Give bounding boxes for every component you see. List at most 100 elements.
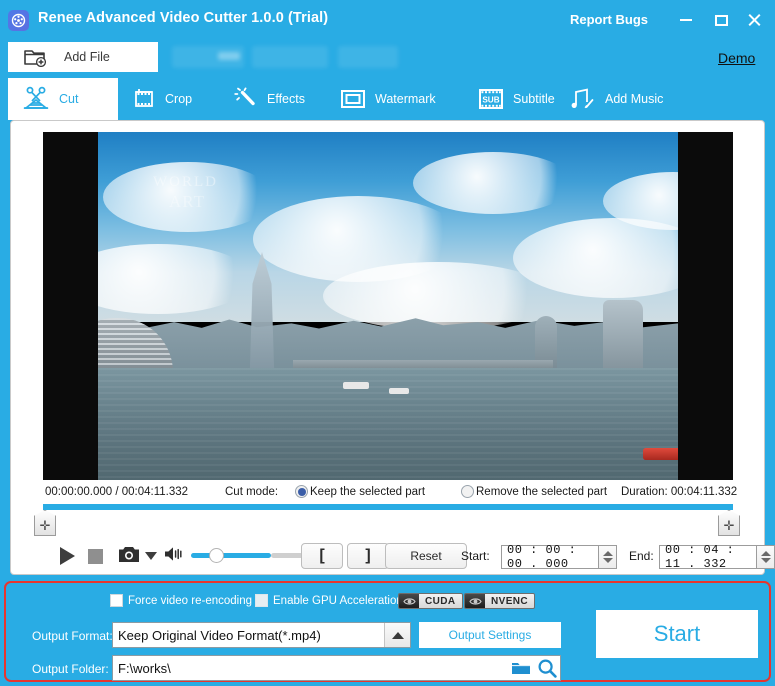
volume-icon: [163, 545, 185, 568]
checkbox-icon: [255, 594, 268, 607]
video-preview[interactable]: WORLD ART: [43, 132, 733, 480]
output-folder-value[interactable]: F:\works\: [113, 661, 508, 676]
output-format-select[interactable]: Keep Original Video Format(*.mp4): [112, 622, 411, 648]
output-format-value: Keep Original Video Format(*.mp4): [118, 627, 321, 643]
timeline-track[interactable]: [33, 510, 743, 538]
badge-nvenc: NVENC: [464, 593, 536, 609]
add-file-row: Add File: [0, 42, 775, 74]
output-settings-button[interactable]: Output Settings: [419, 622, 561, 648]
disabled-ghost-button-2: [252, 46, 328, 68]
preview-watermark-line1: WORLD: [153, 174, 218, 190]
end-time-spin-buttons[interactable]: [757, 545, 775, 569]
spin-up-icon: [602, 551, 613, 556]
radio-remove-selected-part[interactable]: Remove the selected part: [461, 485, 607, 498]
chevron-up-icon: [391, 631, 404, 639]
reset-button[interactable]: Reset: [385, 543, 467, 569]
duration-label: Duration: 00:04:11.332: [621, 486, 738, 498]
maximize-button[interactable]: [710, 10, 732, 30]
trim-handle-left-icon[interactable]: ✛: [34, 510, 56, 536]
end-time-input[interactable]: 00 : 04 : 11 . 332: [659, 543, 757, 571]
tab-cut-label: Cut: [59, 92, 79, 106]
tab-subtitle[interactable]: SUB Subtitle: [466, 78, 572, 120]
badge-cuda: CUDA: [398, 593, 463, 609]
radio-remove-label: Remove the selected part: [476, 485, 608, 498]
folder-icon[interactable]: [508, 660, 534, 676]
search-icon[interactable]: [534, 658, 560, 678]
start-time-label: Start:: [461, 549, 490, 563]
video-frame: [43, 132, 733, 480]
title-bar: Renee Advanced Video Cutter 1.0.0 (Trial…: [0, 0, 775, 38]
tab-effects-label: Effects: [267, 92, 305, 106]
add-file-label: Add File: [64, 50, 110, 64]
time-position: 00:00:00.000 / 00:04:11.332: [45, 486, 189, 498]
tab-watermark[interactable]: Watermark: [328, 78, 456, 120]
start-time-input[interactable]: 00 : 00 : 00 . 000: [501, 543, 599, 571]
tab-effects[interactable]: Effects: [222, 78, 326, 120]
output-settings-panel: Force video re-encoding Enable GPU Accel…: [4, 581, 771, 682]
tab-add-music[interactable]: Add Music: [558, 78, 678, 120]
chevron-down-icon: [145, 552, 157, 560]
rectangle-frame-icon: [340, 88, 366, 110]
ghost-dots-decoration: [218, 52, 240, 60]
scissors-film-icon: [22, 86, 50, 112]
demo-link[interactable]: Demo: [718, 50, 755, 66]
film-frame-icon: [132, 87, 156, 111]
output-folder-field[interactable]: F:\works\: [112, 655, 561, 681]
volume-slider-knob[interactable]: [209, 548, 224, 563]
force-reencode-label: Force video re-encoding: [128, 594, 253, 607]
output-format-label: Output Format:: [32, 629, 113, 643]
radio-keep-selected-part[interactable]: Keep the selected part: [295, 485, 425, 498]
application-window: Renee Advanced Video Cutter 1.0.0 (Trial…: [0, 0, 775, 686]
maximize-icon: [714, 14, 728, 26]
mark-out-button[interactable]: ]: [347, 543, 389, 569]
stop-icon: [87, 548, 103, 564]
close-icon: [747, 13, 761, 27]
volume-slider-track[interactable]: [271, 553, 303, 558]
cut-mode-label: Cut mode:: [225, 486, 279, 498]
stop-button[interactable]: [85, 545, 105, 567]
disabled-ghost-button-3: [338, 46, 398, 68]
tab-crop-label: Crop: [165, 92, 193, 106]
nvidia-eye-icon: [465, 594, 485, 608]
timeline-info-row: 00:00:00.000 / 00:04:11.332 Cut mode: Ke…: [43, 483, 737, 503]
spin-down-icon: [760, 558, 771, 563]
tab-bar: Cut Crop Effects Watermark SUB Subtitle …: [0, 78, 775, 120]
end-time-stepper[interactable]: 00 : 04 : 11 . 332: [659, 543, 775, 571]
volume-button[interactable]: [163, 545, 185, 567]
gpu-acceleration-checkbox[interactable]: Enable GPU Acceleration: [255, 594, 403, 607]
app-title: Renee Advanced Video Cutter 1.0.0 (Trial…: [38, 10, 329, 26]
force-reencode-checkbox[interactable]: Force video re-encoding: [110, 594, 252, 607]
snapshot-dropdown-button[interactable]: [143, 545, 159, 567]
report-bugs-link[interactable]: Report Bugs: [570, 12, 648, 27]
spin-up-icon: [760, 551, 771, 556]
tab-crop[interactable]: Crop: [120, 78, 216, 120]
output-format-dropdown-arrow[interactable]: [384, 623, 410, 647]
nvidia-eye-icon: [399, 594, 419, 608]
start-time-stepper[interactable]: 00 : 00 : 00 . 000: [501, 543, 617, 571]
play-button[interactable]: [57, 545, 77, 567]
close-button[interactable]: [743, 10, 765, 30]
river-thames: [43, 368, 733, 480]
tab-subtitle-label: Subtitle: [513, 92, 555, 106]
snapshot-button[interactable]: [117, 545, 141, 567]
handle-cross-glyph: ✛: [723, 517, 735, 533]
trim-handle-right-icon[interactable]: ✛: [718, 510, 740, 536]
handle-cross-glyph: ✛: [39, 517, 51, 533]
mark-in-button[interactable]: [: [301, 543, 343, 569]
radio-icon-unchecked: [461, 485, 474, 498]
output-folder-label: Output Folder:: [32, 662, 109, 676]
volume-slider-fill[interactable]: [191, 553, 271, 558]
add-file-button[interactable]: Add File: [8, 42, 158, 72]
tab-cut[interactable]: Cut: [8, 78, 118, 120]
start-button[interactable]: Start: [596, 610, 758, 658]
letterbox-right: [678, 132, 733, 480]
play-icon: [59, 547, 75, 565]
start-time-spin-buttons[interactable]: [599, 545, 617, 569]
letterbox-left: [43, 132, 98, 480]
film-reel-icon: [8, 10, 29, 31]
checkbox-icon: [110, 594, 123, 607]
magic-wand-icon: [234, 87, 258, 111]
radio-icon-checked: [295, 485, 308, 498]
badge-nvenc-label: NVENC: [485, 594, 535, 608]
minimize-button[interactable]: [675, 10, 697, 30]
